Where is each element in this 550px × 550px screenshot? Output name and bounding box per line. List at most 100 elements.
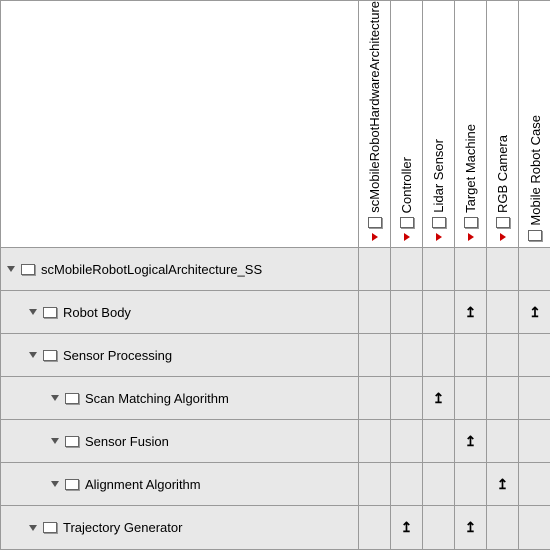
matrix-cell[interactable] bbox=[455, 463, 487, 505]
row-header[interactable]: Robot Body bbox=[1, 291, 359, 333]
col-icons bbox=[432, 217, 446, 241]
table-row: Sensor Processing bbox=[1, 334, 549, 377]
matrix-cell[interactable] bbox=[487, 420, 519, 462]
matrix-cell[interactable] bbox=[423, 248, 455, 290]
column-headers-row: scMobileRobotHardwareArchitecture Contro… bbox=[1, 1, 549, 248]
table-row: Trajectory Generator ↥ ↥ bbox=[1, 506, 549, 549]
allocation-arrow-icon: ↥ bbox=[465, 433, 477, 450]
col-label: Mobile Robot Case bbox=[528, 115, 543, 226]
matrix-cell[interactable] bbox=[391, 377, 423, 419]
tree-toggle-icon[interactable] bbox=[51, 395, 59, 401]
col-header-controller[interactable]: Controller bbox=[391, 1, 423, 247]
allocation-arrow-icon: ↥ bbox=[465, 304, 477, 321]
allocation-arrow-icon: ↥ bbox=[433, 390, 445, 407]
col-icons bbox=[400, 217, 414, 241]
matrix-cell[interactable] bbox=[487, 248, 519, 290]
matrix-cell[interactable] bbox=[487, 506, 519, 549]
red-arrow-icon bbox=[404, 233, 410, 241]
red-arrow-icon bbox=[500, 233, 506, 241]
component-icon bbox=[65, 393, 79, 404]
matrix-cell[interactable] bbox=[423, 463, 455, 505]
matrix-cell[interactable] bbox=[519, 420, 550, 462]
matrix-cell[interactable] bbox=[359, 334, 391, 376]
matrix-cell[interactable] bbox=[423, 291, 455, 333]
row-header[interactable]: Trajectory Generator bbox=[1, 506, 359, 549]
matrix-cell[interactable] bbox=[519, 377, 550, 419]
matrix-cell[interactable] bbox=[359, 248, 391, 290]
component-icon bbox=[528, 230, 542, 241]
row-label: Trajectory Generator bbox=[63, 520, 182, 535]
row-header[interactable]: Scan Matching Algorithm bbox=[1, 377, 359, 419]
matrix-cell[interactable] bbox=[487, 291, 519, 333]
col-header-rgb-camera[interactable]: RGB Camera bbox=[487, 1, 519, 247]
matrix-cell[interactable] bbox=[391, 334, 423, 376]
matrix-cell[interactable]: ↥ bbox=[423, 377, 455, 419]
matrix-cell[interactable] bbox=[455, 334, 487, 376]
tree-toggle-icon[interactable] bbox=[51, 481, 59, 487]
red-arrow-icon bbox=[468, 233, 474, 241]
col-icons bbox=[496, 217, 510, 241]
tree-toggle-icon[interactable] bbox=[29, 309, 37, 315]
row-header[interactable]: Sensor Processing bbox=[1, 334, 359, 376]
col-icons bbox=[368, 217, 382, 241]
matrix-cell[interactable] bbox=[391, 248, 423, 290]
red-arrow-icon bbox=[436, 233, 442, 241]
tree-toggle-icon[interactable] bbox=[51, 438, 59, 444]
matrix-cell[interactable] bbox=[391, 291, 423, 333]
col-icons bbox=[464, 217, 478, 241]
component-icon bbox=[368, 217, 382, 228]
allocation-arrow-icon: ↥ bbox=[401, 519, 413, 536]
matrix-cell[interactable] bbox=[487, 377, 519, 419]
tree-toggle-icon[interactable] bbox=[29, 525, 37, 531]
matrix-cell[interactable] bbox=[519, 248, 550, 290]
col-header-target-machine[interactable]: Target Machine bbox=[455, 1, 487, 247]
matrix-cell[interactable] bbox=[455, 248, 487, 290]
matrix-cell[interactable] bbox=[359, 463, 391, 505]
allocation-arrow-icon: ↥ bbox=[465, 519, 477, 536]
matrix-cell[interactable] bbox=[359, 291, 391, 333]
allocation-arrow-icon: ↥ bbox=[497, 476, 509, 493]
row-header[interactable]: Sensor Fusion bbox=[1, 420, 359, 462]
matrix-cell[interactable] bbox=[519, 463, 550, 505]
col-icons bbox=[528, 230, 542, 241]
matrix-cell[interactable] bbox=[423, 506, 455, 549]
col-label: Controller bbox=[399, 157, 414, 213]
matrix-cell[interactable]: ↥ bbox=[455, 420, 487, 462]
matrix-cell[interactable]: ↥ bbox=[455, 506, 487, 549]
tree-toggle-icon[interactable] bbox=[29, 352, 37, 358]
matrix-cell[interactable] bbox=[519, 334, 550, 376]
tree-toggle-icon[interactable] bbox=[7, 266, 15, 272]
matrix-cell[interactable] bbox=[423, 420, 455, 462]
row-label: scMobileRobotLogicalArchitecture_SS bbox=[41, 262, 262, 277]
matrix-cell[interactable] bbox=[487, 334, 519, 376]
body-rows: scMobileRobotLogicalArchitecture_SS Robot… bbox=[1, 248, 549, 549]
matrix-cell[interactable] bbox=[359, 420, 391, 462]
matrix-cell[interactable] bbox=[519, 506, 550, 549]
matrix-cell[interactable]: ↥ bbox=[519, 291, 550, 333]
matrix-cell[interactable]: ↥ bbox=[391, 506, 423, 549]
matrix-cell[interactable] bbox=[391, 420, 423, 462]
row-label: Robot Body bbox=[63, 305, 131, 320]
row-label: Sensor Processing bbox=[63, 348, 172, 363]
row-header[interactable]: scMobileRobotLogicalArchitecture_SS bbox=[1, 248, 359, 290]
matrix-cell[interactable] bbox=[391, 463, 423, 505]
matrix-cell[interactable] bbox=[359, 377, 391, 419]
matrix-cell[interactable]: ↥ bbox=[455, 291, 487, 333]
component-icon bbox=[464, 217, 478, 228]
col-label: Lidar Sensor bbox=[431, 139, 446, 213]
matrix-cell[interactable]: ↥ bbox=[487, 463, 519, 505]
row-header[interactable]: Alignment Algorithm bbox=[1, 463, 359, 505]
col-header-hardware-architecture[interactable]: scMobileRobotHardwareArchitecture bbox=[359, 1, 391, 247]
matrix-cell[interactable] bbox=[455, 377, 487, 419]
matrix-cell[interactable] bbox=[359, 506, 391, 549]
component-icon bbox=[400, 217, 414, 228]
corner-cell bbox=[1, 1, 359, 247]
allocation-arrow-icon: ↥ bbox=[529, 304, 541, 321]
col-header-mobile-robot-case[interactable]: Mobile Robot Case bbox=[519, 1, 550, 247]
col-label: Target Machine bbox=[463, 124, 478, 213]
component-icon bbox=[432, 217, 446, 228]
row-label: Alignment Algorithm bbox=[85, 477, 201, 492]
col-header-lidar-sensor[interactable]: Lidar Sensor bbox=[423, 1, 455, 247]
allocation-matrix: scMobileRobotHardwareArchitecture Contro… bbox=[0, 0, 550, 550]
matrix-cell[interactable] bbox=[423, 334, 455, 376]
